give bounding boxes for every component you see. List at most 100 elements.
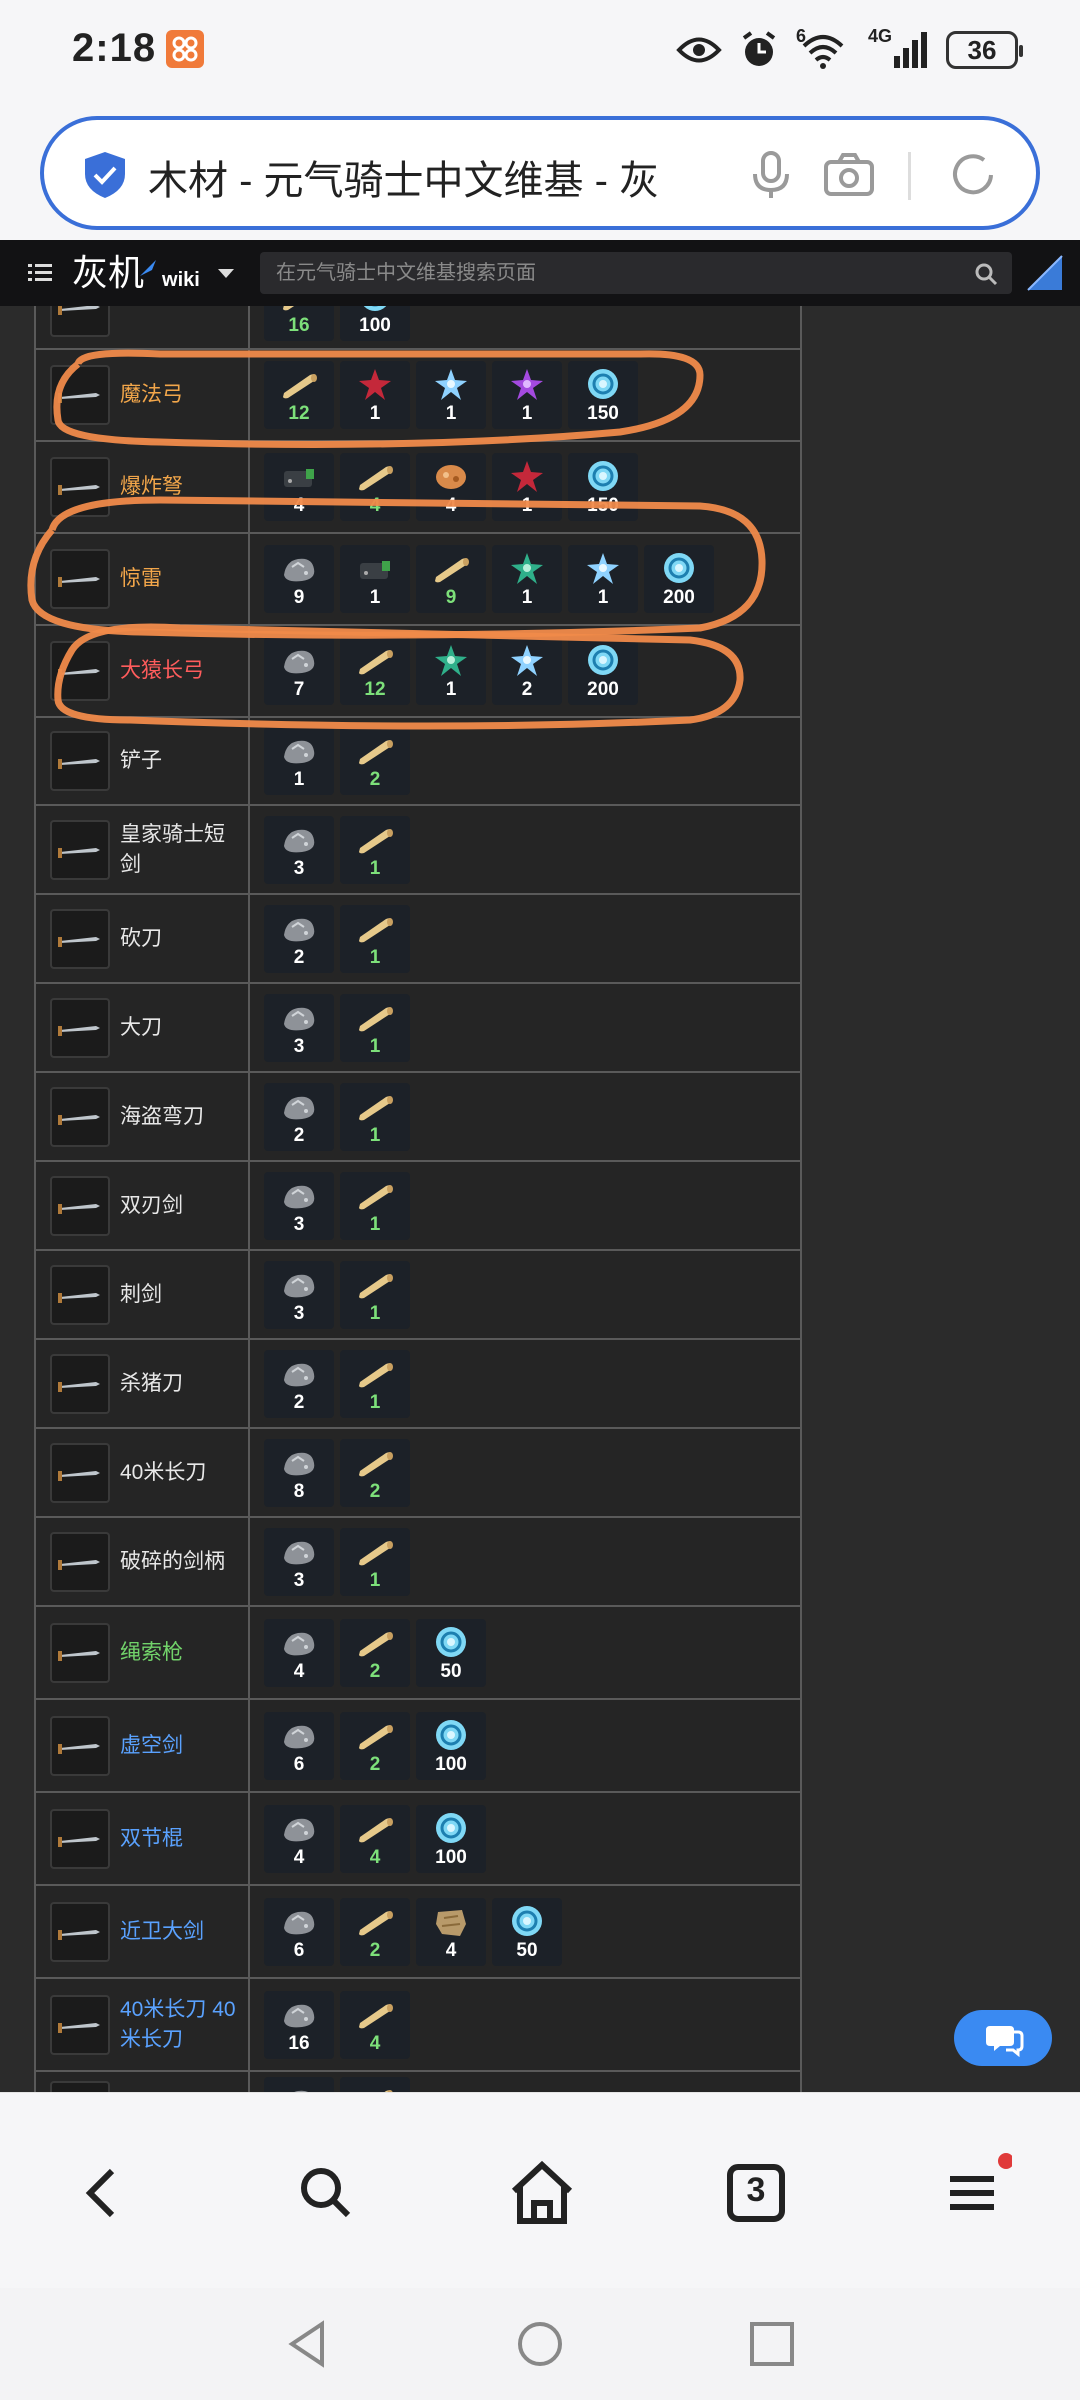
material-item[interactable]: 2	[264, 904, 334, 973]
material-item[interactable]	[340, 2077, 410, 2092]
weapon-name[interactable]: 爆炸弩	[120, 472, 240, 502]
material-item[interactable]: 1	[492, 453, 562, 521]
material-item[interactable]: 1	[340, 1082, 410, 1151]
material-item[interactable]: 200	[568, 637, 638, 705]
material-item[interactable]: 200	[644, 545, 714, 613]
wiki-sidebar-icon[interactable]	[1024, 252, 1066, 294]
material-item[interactable]: 8	[264, 1438, 334, 1507]
weapon-icon[interactable]	[50, 641, 110, 701]
weapon-name[interactable]: 海盗弯刀	[120, 1102, 240, 1132]
weapon-name[interactable]: 近卫大剑	[120, 1917, 240, 1947]
refresh-icon[interactable]	[946, 148, 1000, 202]
material-item[interactable]: 2	[492, 637, 562, 705]
material-item[interactable]: 9	[416, 545, 486, 613]
material-item[interactable]: 4	[340, 1990, 410, 2059]
material-item[interactable]: 6	[264, 1711, 334, 1780]
weapon-name[interactable]: 刺剑	[120, 1280, 240, 1310]
material-item[interactable]: 3	[264, 1171, 334, 1240]
weapon-icon[interactable]	[50, 306, 110, 337]
void-sword-icon[interactable]	[50, 1715, 110, 1776]
material-item[interactable]: 4	[264, 1804, 334, 1873]
dagger-icon[interactable]	[50, 819, 110, 880]
material-item[interactable]: 6	[264, 1897, 334, 1966]
cutlass-icon[interactable]	[50, 1086, 110, 1147]
material-item[interactable]: 3	[264, 993, 334, 1062]
weapon-name[interactable]: 皇家骑士短剑	[120, 820, 240, 880]
long-blade-icon[interactable]	[50, 1994, 110, 2055]
material-item[interactable]: 2	[264, 1082, 334, 1151]
weapon-name[interactable]: 铲子	[120, 746, 240, 776]
page-title[interactable]: 木材 - 元气骑士中文维基 - 灰	[148, 148, 708, 206]
material-item[interactable]: 4	[340, 453, 410, 521]
material-item[interactable]: 2	[340, 1711, 410, 1780]
material-item[interactable]: 1	[568, 545, 638, 613]
guard-greatsword-icon[interactable]	[50, 1901, 110, 1962]
weapon-name[interactable]: 40米长刀 40米长刀	[120, 1995, 240, 2055]
nunchaku-icon[interactable]	[50, 1808, 110, 1869]
material-item[interactable]: 9	[264, 545, 334, 613]
microphone-icon[interactable]	[744, 148, 798, 202]
cleaver-icon[interactable]	[50, 1353, 110, 1414]
material-item[interactable]: 1	[492, 361, 562, 429]
nav-home-icon[interactable]	[512, 2316, 568, 2372]
material-item[interactable]: 3	[264, 1260, 334, 1329]
search-icon[interactable]	[286, 2153, 366, 2233]
tabs-button[interactable]: 3	[716, 2153, 796, 2233]
material-item[interactable]: 7	[264, 637, 334, 705]
material-item[interactable]: 4	[340, 1804, 410, 1873]
material-item[interactable]: 2	[340, 1438, 410, 1507]
weapon-name[interactable]: 杀猪刀	[120, 1369, 240, 1399]
material-item[interactable]: 3	[264, 815, 334, 884]
weapon-icon[interactable]	[50, 457, 110, 517]
weapon-name[interactable]: 破碎的剑柄	[120, 1547, 240, 1577]
weapon-name[interactable]: 绳索枪	[120, 1638, 240, 1668]
material-item[interactable]: 100	[340, 306, 410, 341]
material-item[interactable]: 4	[416, 1897, 486, 1966]
menu-button[interactable]	[932, 2153, 1014, 2233]
material-item[interactable]: 1	[340, 1527, 410, 1596]
material-item[interactable]: 50	[492, 1897, 562, 1966]
nav-recents-icon[interactable]	[744, 2316, 800, 2372]
shovel-icon[interactable]	[50, 731, 110, 791]
material-item[interactable]: 4	[264, 453, 334, 521]
material-item[interactable]: 1	[340, 904, 410, 973]
wiki-logo[interactable]: 灰机 wiki	[72, 250, 200, 296]
material-item[interactable]: 1	[264, 727, 334, 795]
machete-icon[interactable]	[50, 908, 110, 969]
material-item[interactable]: 100	[416, 1711, 486, 1780]
weapon-name[interactable]: 魔法弓	[120, 380, 240, 410]
material-item[interactable]: 1	[416, 637, 486, 705]
material-item[interactable]: 100	[416, 1804, 486, 1873]
search-input[interactable]	[276, 252, 956, 294]
material-item[interactable]: 2	[264, 1349, 334, 1418]
material-item[interactable]: 1	[340, 1260, 410, 1329]
material-item[interactable]: 1	[340, 1171, 410, 1240]
weapon-name[interactable]: 双刃剑	[120, 1191, 240, 1221]
material-item[interactable]: 1	[340, 1349, 410, 1418]
material-item[interactable]: 50	[416, 1618, 486, 1687]
weapon-icon[interactable]	[50, 549, 110, 609]
material-item[interactable]: 150	[568, 361, 638, 429]
weapon-name[interactable]: 双节棍	[120, 1824, 240, 1854]
address-bar[interactable]: 木材 - 元气骑士中文维基 - 灰	[40, 116, 1040, 230]
long-blade-icon[interactable]	[50, 1442, 110, 1503]
material-item[interactable]: 3	[264, 1527, 334, 1596]
back-icon[interactable]	[64, 2153, 144, 2233]
material-item[interactable]: 1	[340, 361, 410, 429]
camera-icon[interactable]	[822, 148, 876, 202]
weapon-name[interactable]: 惊雷	[120, 564, 240, 594]
material-item[interactable]: 16	[264, 1990, 334, 2059]
wiki-search[interactable]	[260, 252, 1012, 294]
broken-hilt-icon[interactable]	[50, 1531, 110, 1592]
material-item[interactable]: 1	[416, 361, 486, 429]
material-item[interactable]: 2	[340, 1618, 410, 1687]
material-item[interactable]: 2	[340, 727, 410, 795]
material-item[interactable]: 16	[264, 306, 334, 341]
material-item[interactable]: 1	[340, 993, 410, 1062]
weapon-name[interactable]: 大刀	[120, 1013, 240, 1043]
menu-icon[interactable]	[28, 262, 52, 284]
material-item[interactable]: 1	[340, 545, 410, 613]
weapon-name[interactable]: 虚空剑	[120, 1731, 240, 1761]
weapon-name[interactable]: 砍刀	[120, 924, 240, 954]
material-item[interactable]	[264, 2077, 334, 2092]
